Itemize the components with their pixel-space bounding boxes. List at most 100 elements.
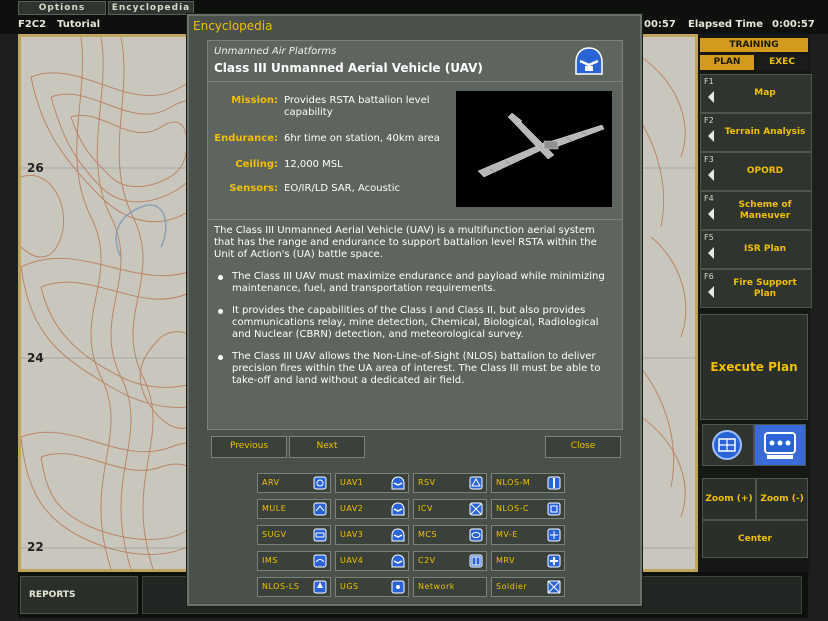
category-button-uav2[interactable]: UAV2 bbox=[335, 499, 409, 519]
zoom-in-button[interactable]: Zoom (+) bbox=[702, 478, 756, 520]
function-key-label: F2 bbox=[704, 116, 714, 125]
clock-readout: :00:57 bbox=[640, 19, 676, 30]
function-label: OPORD bbox=[746, 166, 784, 176]
category-label: UAV3 bbox=[340, 530, 364, 539]
category-button-ims[interactable]: IMS bbox=[257, 551, 331, 571]
spec-value: 12,000 MSL bbox=[284, 159, 343, 170]
function-scheme-of-maneuver-button[interactable]: F4 Scheme of Maneuver bbox=[700, 191, 812, 230]
category-label: Unmanned Air Platforms bbox=[214, 46, 337, 57]
elapsed-time-label: Elapsed Time bbox=[688, 19, 763, 30]
uav-symbol-icon bbox=[575, 47, 603, 75]
category-button-uav3[interactable]: UAV3 bbox=[335, 525, 409, 545]
category-label: Soldier bbox=[496, 582, 528, 591]
center-button[interactable]: Center bbox=[702, 520, 808, 558]
spec-label: Mission: bbox=[231, 95, 278, 106]
category-button-mcs[interactable]: MCS bbox=[413, 525, 487, 545]
category-label: UAV1 bbox=[340, 478, 364, 487]
training-badge: TRAINING bbox=[700, 38, 808, 52]
left-arrow-icon bbox=[708, 130, 714, 142]
dialog-title[interactable]: Encyclopedia bbox=[189, 16, 640, 36]
category-button-uav1[interactable]: UAV1 bbox=[335, 473, 409, 493]
category-label: MRV bbox=[496, 556, 515, 565]
rsv-unit-icon bbox=[469, 476, 483, 490]
arv-unit-icon bbox=[313, 476, 327, 490]
category-label: UAV4 bbox=[340, 556, 364, 565]
unit-view-button[interactable] bbox=[754, 424, 806, 466]
uav-aircraft-image bbox=[477, 112, 605, 178]
next-button[interactable]: Next bbox=[289, 436, 365, 458]
category-button-c2v[interactable]: C2V bbox=[413, 551, 487, 571]
category-label: NLOS-C bbox=[496, 504, 530, 513]
function-isr-plan-button[interactable]: F5 ISR Plan bbox=[700, 230, 812, 269]
menu-encyclopedia[interactable]: Encyclopedia bbox=[108, 1, 194, 15]
uav-unit-icon bbox=[391, 476, 405, 490]
menu-options[interactable]: Options bbox=[18, 1, 106, 15]
function-label: Scheme of Maneuver bbox=[738, 199, 792, 221]
left-arrow-icon bbox=[708, 286, 714, 298]
description: The Class III Unmanned Aerial Vehicle (U… bbox=[214, 225, 616, 397]
category-button-sugv[interactable]: SUGV bbox=[257, 525, 331, 545]
nlos-c-unit-icon bbox=[547, 502, 561, 516]
category-label: UGS bbox=[340, 582, 359, 591]
uav-unit-icon bbox=[391, 528, 405, 542]
category-button-nlos-m[interactable]: NLOS-M bbox=[491, 473, 565, 493]
category-button-icv[interactable]: ICV bbox=[413, 499, 487, 519]
category-label: MULE bbox=[262, 504, 287, 513]
category-button-mule[interactable]: MULE bbox=[257, 499, 331, 519]
function-key-label: F1 bbox=[704, 77, 714, 86]
uav-unit-icon bbox=[391, 554, 405, 568]
category-label: MCS bbox=[418, 530, 438, 539]
vehicle-title: Class III Unmanned Aerial Vehicle (UAV) bbox=[214, 61, 483, 75]
spec-row-mission: Mission: Provides RSTA battalion level c… bbox=[208, 95, 448, 121]
category-button-mv-e[interactable]: MV-E bbox=[491, 525, 565, 545]
category-label: SUGV bbox=[262, 530, 287, 539]
spec-value: 6hr time on station, 40km area bbox=[284, 133, 440, 144]
category-button-mrv[interactable]: MRV bbox=[491, 551, 565, 571]
close-button[interactable]: Close bbox=[545, 436, 621, 458]
description-bullets: The Class III UAV must maximize enduranc… bbox=[214, 271, 616, 387]
category-button-nlos-c[interactable]: NLOS-C bbox=[491, 499, 565, 519]
category-button-soldier[interactable]: Soldier bbox=[491, 577, 565, 597]
info-header: Unmanned Air Platforms Class III Unmanne… bbox=[208, 41, 622, 82]
zoom-out-button[interactable]: Zoom (-) bbox=[756, 478, 808, 520]
specs-section: Mission: Provides RSTA battalion level c… bbox=[208, 81, 622, 220]
map-view-button[interactable] bbox=[702, 424, 754, 466]
function-opord-button[interactable]: F3 OPORD bbox=[700, 152, 812, 191]
sugv-unit-icon bbox=[313, 528, 327, 542]
category-button-rsv[interactable]: RSV bbox=[413, 473, 487, 493]
function-fire-support-plan-button[interactable]: F6 Fire Support Plan bbox=[700, 269, 812, 308]
spec-row-ceiling: Ceiling: 12,000 MSL bbox=[208, 159, 448, 173]
mule-unit-icon bbox=[313, 502, 327, 516]
spec-row-sensors: Sensors: EO/IR/LD SAR, Acoustic bbox=[208, 183, 448, 197]
category-label: ICV bbox=[418, 504, 433, 513]
globe-icon bbox=[712, 430, 742, 460]
category-button-uav4[interactable]: UAV4 bbox=[335, 551, 409, 571]
previous-button[interactable]: Previous bbox=[211, 436, 287, 458]
description-bullet: The Class III UAV must maximize enduranc… bbox=[214, 271, 616, 295]
spec-label: Endurance: bbox=[214, 133, 278, 144]
function-label: Terrain Analysis bbox=[724, 127, 806, 137]
spec-row-endurance: Endurance: 6hr time on station, 40km are… bbox=[208, 133, 448, 147]
category-label: MV-E bbox=[496, 530, 518, 539]
function-map-button[interactable]: F1 Map bbox=[700, 74, 812, 113]
category-button-arv[interactable]: ARV bbox=[257, 473, 331, 493]
execute-plan-button[interactable]: Execute Plan bbox=[700, 314, 808, 420]
function-terrain-analysis-button[interactable]: F2 Terrain Analysis bbox=[700, 113, 812, 152]
category-label: Network bbox=[418, 582, 455, 591]
elapsed-time-value: 0:00:57 bbox=[772, 19, 815, 30]
ugs-unit-icon bbox=[391, 580, 405, 594]
reports-button[interactable]: REPORTS bbox=[20, 576, 138, 614]
left-arrow-icon bbox=[708, 169, 714, 181]
uav-unit-icon bbox=[391, 502, 405, 516]
icv-unit-icon bbox=[469, 502, 483, 516]
function-key-label: F5 bbox=[704, 233, 714, 242]
category-label: ARV bbox=[262, 478, 280, 487]
category-button-nlos-ls[interactable]: NLOS-LS bbox=[257, 577, 331, 597]
mission-code: F2C2 bbox=[18, 19, 47, 30]
encyclopedia-dialog: Encyclopedia Unmanned Air Platforms Clas… bbox=[187, 14, 642, 606]
left-arrow-icon bbox=[708, 91, 714, 103]
category-button-ugs[interactable]: UGS bbox=[335, 577, 409, 597]
plan-tab[interactable]: PLAN bbox=[700, 55, 754, 70]
exec-tab[interactable]: EXEC bbox=[756, 55, 808, 70]
category-button-network[interactable]: Network bbox=[413, 577, 487, 597]
